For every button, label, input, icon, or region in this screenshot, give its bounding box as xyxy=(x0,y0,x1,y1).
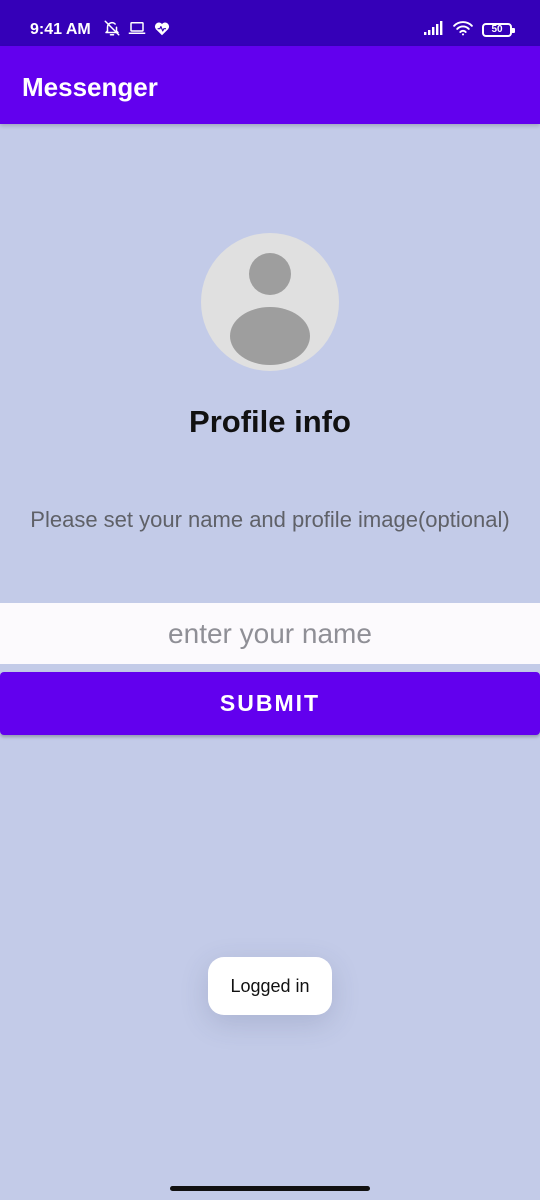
laptop-icon xyxy=(128,20,146,41)
person-icon xyxy=(230,253,310,365)
status-time: 9:41 AM xyxy=(30,21,91,38)
instruction-text: Please set your name and profile image(o… xyxy=(30,507,510,532)
home-indicator[interactable] xyxy=(170,1186,370,1191)
status-icons-right: 50 xyxy=(424,20,515,41)
submit-button[interactable]: SUBMIT xyxy=(0,672,540,735)
page-title: Profile info xyxy=(189,404,351,439)
app-title: Messenger xyxy=(22,72,158,102)
battery-icon: 50 xyxy=(482,23,515,37)
heart-icon xyxy=(153,20,171,41)
signal-icon xyxy=(424,20,444,40)
bell-off-icon xyxy=(103,19,121,42)
app-bar: Messenger xyxy=(0,46,540,124)
name-input[interactable] xyxy=(0,603,540,664)
profile-avatar[interactable] xyxy=(201,233,339,371)
status-bar: 9:41 AM 50 xyxy=(0,0,540,46)
toast-message: Logged in xyxy=(208,957,332,1015)
status-icons-left xyxy=(103,19,171,42)
wifi-icon xyxy=(452,20,474,41)
